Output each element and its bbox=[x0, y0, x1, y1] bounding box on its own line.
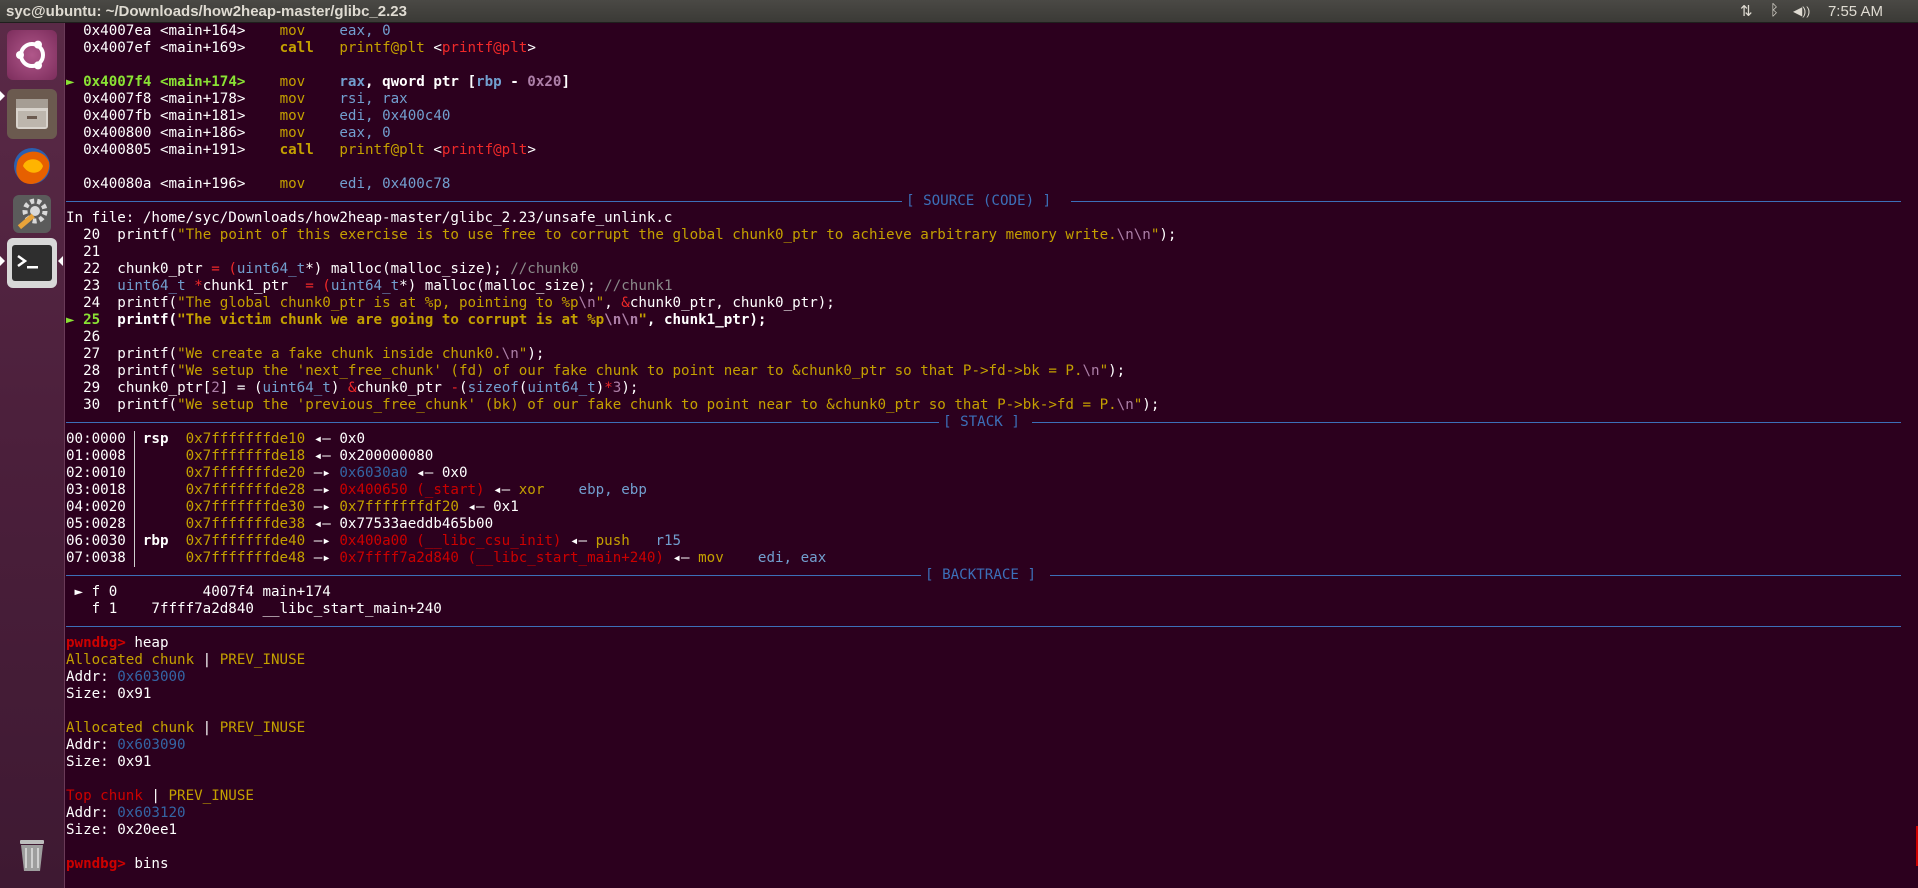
source-line: 22 chunk0_ptr = (uint64_t*) malloc(mallo… bbox=[83, 261, 579, 277]
clock[interactable]: 7:55 AM bbox=[1828, 3, 1883, 20]
heap-chunk-addr: Addr: 0x603000 bbox=[66, 669, 186, 685]
heap-chunk-addr: Addr: 0x603120 bbox=[66, 805, 186, 821]
launcher bbox=[0, 23, 65, 888]
firefox-icon bbox=[14, 148, 50, 184]
heap-chunk-size: Size: 0x20ee1 bbox=[66, 822, 178, 838]
disasm-line: 0x4007f8 <main+178> mov rsi, rax bbox=[83, 91, 408, 107]
heap-chunk-addr: Addr: 0x603090 bbox=[66, 737, 186, 753]
files-icon bbox=[16, 99, 48, 129]
stack-row: 05:0028 0x7fffffffde38 ◂— 0x77533aeddb46… bbox=[66, 516, 494, 532]
source-line: 28 printf("We setup the 'next_free_chunk… bbox=[83, 363, 1126, 379]
ubuntu-dash-icon bbox=[16, 40, 45, 70]
heap-chunk-header: Allocated chunk | PREV_INUSE bbox=[66, 720, 306, 736]
firefox-button[interactable] bbox=[7, 140, 57, 190]
disasm-current-line: ► 0x4007f4 <main+174> mov rax, qword ptr… bbox=[66, 74, 571, 90]
backtrace-footer-rule bbox=[66, 618, 1901, 635]
stack-row: 01:0008 0x7fffffffde18 ◂— 0x200000080 bbox=[66, 448, 434, 464]
stack-row: 07:0038 0x7fffffffde48 —▸ 0x7ffff7a2d840… bbox=[66, 550, 827, 566]
source-line: 20 printf("The point of this exercise is… bbox=[83, 227, 1177, 243]
files-running-indicator bbox=[0, 91, 5, 101]
window-title: syc@ubuntu: ~/Downloads/how2heap-master/… bbox=[6, 3, 407, 20]
backtrace-frame: ► f 0 4007f4 main+174 bbox=[74, 584, 331, 600]
top-panel: syc@ubuntu: ~/Downloads/how2heap-master/… bbox=[0, 0, 1918, 23]
stack-row: 06:0030 rbp 0x7fffffffde40 —▸ 0x400a00 (… bbox=[66, 533, 682, 549]
bluetooth-icon[interactable]: ᛒ bbox=[1770, 2, 1779, 19]
stack-section-header: [ STACK ] bbox=[66, 414, 1901, 431]
disasm-line: 0x4007ef <main+169> call printf@plt <pri… bbox=[83, 40, 536, 56]
disasm-line: 0x400800 <main+186> mov eax, 0 bbox=[83, 125, 391, 141]
source-section-header: [ SOURCE (CODE) ] bbox=[66, 193, 1901, 210]
disasm-line: 0x4007fb <main+181> mov edi, 0x400c40 bbox=[83, 108, 451, 124]
source-current-line: ► 25 printf("The victim chunk we are goi… bbox=[66, 312, 767, 328]
heap-chunk-size: Size: 0x91 bbox=[66, 754, 152, 770]
backtrace-frame: f 1 7ffff7a2d840 __libc_start_main+240 bbox=[74, 601, 442, 617]
volume-icon[interactable]: ◀)) bbox=[1793, 4, 1810, 18]
trash-button[interactable] bbox=[7, 828, 57, 878]
current-line-arrow-icon: ► bbox=[66, 312, 75, 328]
source-line: 27 printf("We create a fake chunk inside… bbox=[83, 346, 545, 362]
source-line: 30 printf("We setup the 'previous_free_c… bbox=[83, 397, 1160, 413]
heap-chunk-size: Size: 0x91 bbox=[66, 686, 152, 702]
source-line: 23 uint64_t *chunk1_ptr = (uint64_t*) ma… bbox=[83, 278, 673, 294]
current-instruction-arrow-icon: ► bbox=[66, 74, 75, 90]
terminal-running-indicator bbox=[0, 256, 5, 266]
settings-button[interactable] bbox=[7, 189, 57, 239]
stack-row: 00:0000 rsp 0x7fffffffde10 ◂— 0x0 bbox=[66, 431, 365, 447]
stack-row: 04:0020 0x7fffffffde30 —▸ 0x7fffffffdf20… bbox=[66, 499, 519, 515]
disasm-line: 0x400805 <main+191> call printf@plt <pri… bbox=[83, 142, 536, 158]
prompt-line: pwndbg> heap bbox=[66, 635, 169, 651]
network-icon[interactable]: ⇅ bbox=[1740, 2, 1753, 20]
settings-icon bbox=[13, 195, 51, 233]
source-line: 21 bbox=[83, 244, 101, 260]
stack-row: 02:0010 0x7fffffffde20 —▸ 0x6030a0 ◂— 0x… bbox=[66, 465, 468, 481]
source-line: 26 bbox=[83, 329, 101, 345]
disasm-line: 0x40080a <main+196> mov edi, 0x400c78 bbox=[83, 176, 451, 192]
heap-chunk-header: Top chunk | PREV_INUSE bbox=[66, 788, 254, 804]
terminal-focus-indicator bbox=[58, 256, 63, 266]
terminal-button[interactable] bbox=[7, 238, 57, 288]
files-button[interactable] bbox=[7, 89, 57, 139]
source-line: 29 chunk0_ptr[2] = (uint64_t) &chunk0_pt… bbox=[83, 380, 639, 396]
backtrace-section-header: [ BACKTRACE ] bbox=[66, 567, 1901, 584]
terminal-icon bbox=[12, 245, 52, 281]
terminal-window[interactable]: 0x4007ea <main+164> mov eax, 0 0x4007ef … bbox=[66, 23, 1918, 888]
source-line: 24 printf("The global chunk0_ptr is at %… bbox=[83, 295, 835, 311]
disasm-line: 0x4007ea <main+164> mov eax, 0 bbox=[83, 23, 391, 39]
trash-icon bbox=[20, 840, 44, 871]
heap-chunk-header: Allocated chunk | PREV_INUSE bbox=[66, 652, 306, 668]
source-file-path: In file: /home/syc/Downloads/how2heap-ma… bbox=[66, 210, 673, 226]
ubuntu-dash-button[interactable] bbox=[7, 30, 57, 80]
stack-row: 03:0018 0x7fffffffde28 —▸ 0x400650 (_sta… bbox=[66, 482, 647, 498]
prompt-line[interactable]: pwndbg> bins bbox=[66, 856, 169, 873]
